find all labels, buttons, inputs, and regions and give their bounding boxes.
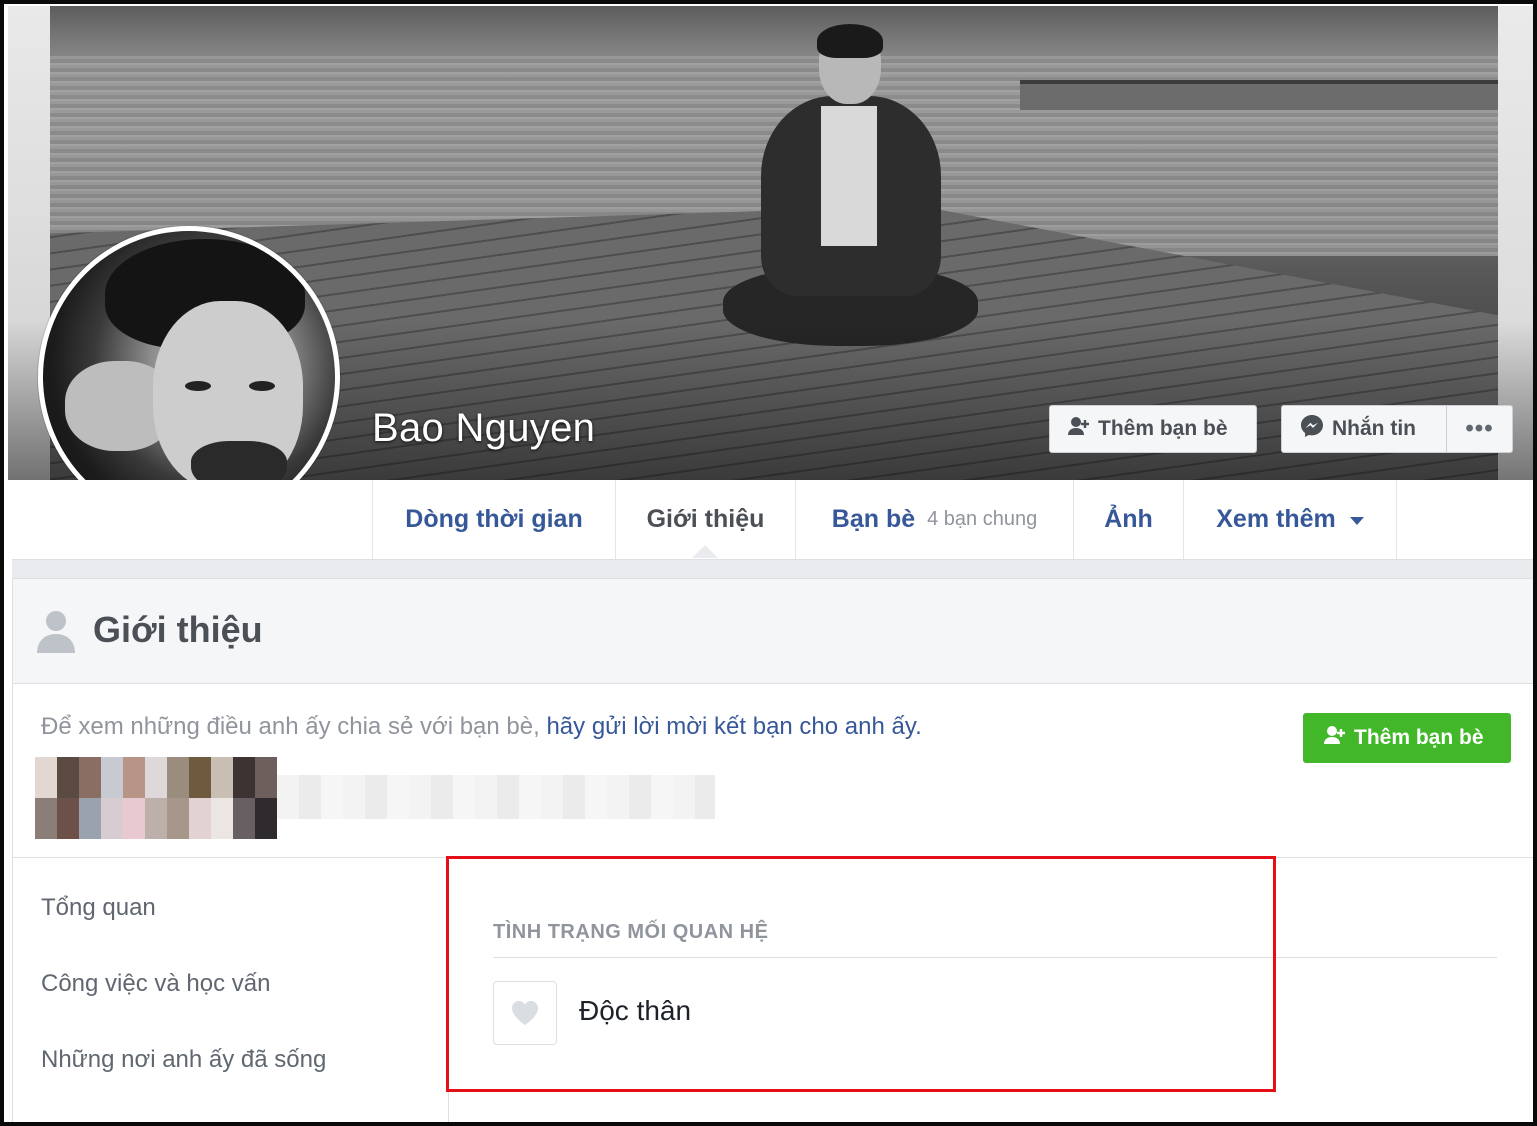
- tab-timeline[interactable]: Dòng thời gian: [372, 480, 615, 559]
- profile-nav: Dòng thời gian Giới thiệu Bạn bè 4 bạn c…: [12, 480, 1533, 560]
- add-friend-green-button[interactable]: Thêm bạn bè: [1303, 713, 1511, 763]
- tab-photos[interactable]: Ảnh: [1073, 480, 1183, 559]
- add-friend-icon: [1068, 416, 1090, 442]
- message-label: Nhắn tin: [1332, 417, 1416, 440]
- mutual-friends-count: 4 bạn chung: [927, 508, 1038, 530]
- highlight-box: [446, 856, 1276, 1092]
- person-icon: [36, 609, 76, 658]
- chevron-down-icon: [1349, 517, 1364, 525]
- message-button[interactable]: Nhắn tin: [1281, 405, 1447, 453]
- add-friend-icon: [1324, 725, 1346, 751]
- sidebar-item-work-education[interactable]: Công việc và học vấn: [41, 970, 270, 998]
- messenger-icon: [1300, 414, 1324, 444]
- active-tab-indicator: [692, 545, 718, 558]
- send-request-link[interactable]: hãy gửi lời mời kết bạn cho anh ấy.: [546, 713, 921, 740]
- about-title: Giới thiệu: [93, 609, 263, 650]
- blurred-mutual-friends: [35, 757, 715, 839]
- page-frame: Bao Nguyen Thêm bạn bè Nhắn tin ••• Dòng…: [0, 0, 1537, 1126]
- add-friend-label: Thêm bạn bè: [1098, 417, 1228, 440]
- about-header: Giới thiệu: [13, 579, 1533, 684]
- more-options-button[interactable]: •••: [1446, 405, 1513, 453]
- about-sidebar: Tổng quan Công việc và học vấn Những nơi…: [13, 858, 449, 1122]
- sidebar-item-places-lived[interactable]: Những nơi anh ấy đã sống: [41, 1046, 326, 1074]
- add-friend-button[interactable]: Thêm bạn bè: [1049, 405, 1257, 453]
- cover-person: [723, 24, 978, 346]
- tab-friends[interactable]: Bạn bè 4 bạn chung: [795, 480, 1073, 559]
- sidebar-item-overview[interactable]: Tổng quan: [41, 894, 156, 922]
- more-icon: •••: [1465, 415, 1494, 442]
- profile-name[interactable]: Bao Nguyen: [372, 406, 595, 451]
- tab-more[interactable]: Xem thêm: [1183, 480, 1397, 559]
- friend-request-hint: Để xem những điều anh ấy chia sẻ với bạn…: [41, 713, 922, 740]
